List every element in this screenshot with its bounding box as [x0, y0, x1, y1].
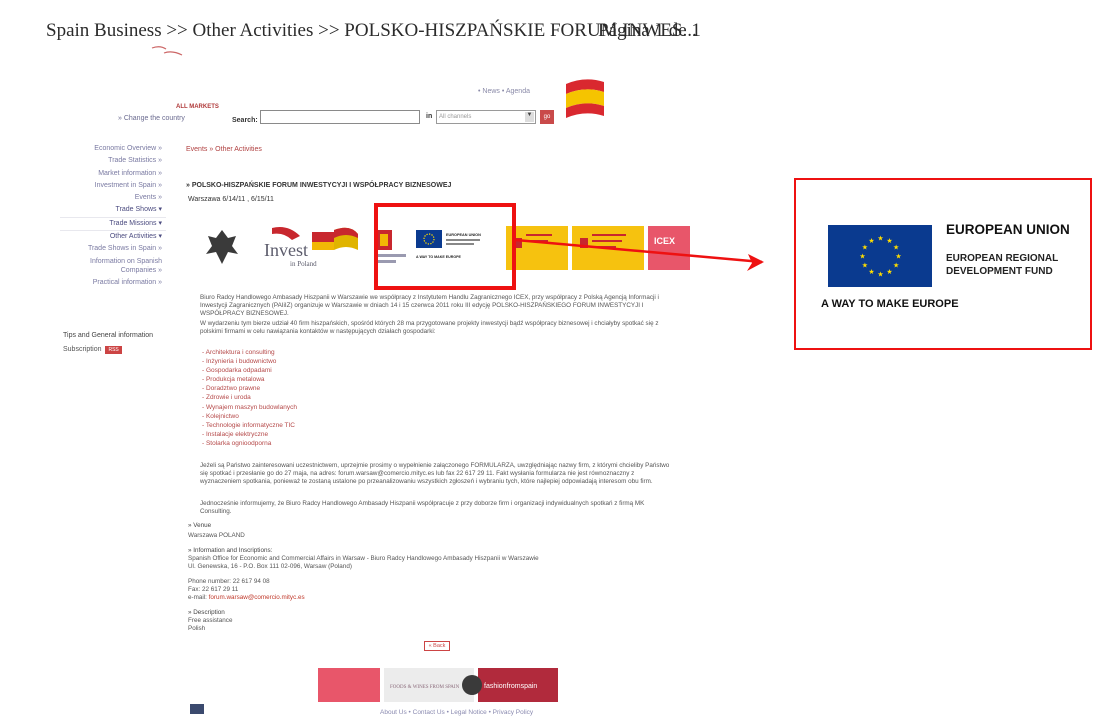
top-links[interactable]: • News • Agenda: [478, 88, 530, 95]
scanned-page: • News • Agenda » Change the country ALL…: [0, 0, 720, 717]
nav-item-practical-information[interactable]: Practical information »: [60, 277, 166, 289]
eu-star-icon: ★: [893, 244, 899, 252]
eu-star-icon: ★: [862, 262, 868, 270]
nav-item-trade-statistics[interactable]: Trade Statistics »: [60, 155, 166, 167]
icex-logo-text: ICEX: [654, 236, 675, 246]
description-heading: » Description: [188, 609, 225, 616]
footer-foods-text: FOODS & WINES FROM SPAIN: [390, 685, 460, 690]
channel-select[interactable]: All channels ▼: [436, 110, 536, 124]
nav-item-trade-shows-spain[interactable]: Trade Shows in Spain »: [60, 243, 166, 255]
event-title: » POLSKO-HISZPAŃSKIE FORUM INWESTYCYJI I…: [186, 182, 452, 189]
back-button[interactable]: « Back: [424, 641, 450, 651]
invest-in-poland-logo: Invest in Poland: [264, 227, 317, 268]
eu-star-icon: ★: [868, 268, 874, 276]
tips-link[interactable]: Tips and General information: [63, 332, 153, 339]
go-button[interactable]: go: [540, 110, 554, 124]
nav-item-investment[interactable]: Investment in Spain »: [60, 180, 166, 192]
nav-item-trade-shows[interactable]: Trade Shows ▾: [60, 204, 166, 216]
eu-flag-icon: ★★★★★★★★★ ★ ★★: [828, 225, 932, 287]
zoom-subtitle: EUROPEAN REGIONAL DEVELOPMENT FUND: [946, 252, 1058, 278]
info-fax: Fax: 22 617 29 11: [188, 586, 239, 593]
sector-list: - Architektura i consulting - Inżynieria…: [202, 348, 297, 448]
eu-star-icon: ★: [886, 268, 892, 276]
intro-paragraph: Biuro Radcy Handlowego Ambasady Hiszpani…: [200, 294, 659, 317]
participation-paragraph: W wydarzeniu tym bierze udział 40 firm h…: [200, 320, 659, 335]
eu-star-icon: ★: [868, 237, 874, 245]
footer-fashion-text: fashionfromspain: [484, 683, 537, 690]
eu-star-icon: ★: [877, 271, 883, 279]
zoom-subtitle-line-1: EUROPEAN REGIONAL: [946, 253, 1059, 264]
nav-item-market-information[interactable]: Market information »: [60, 168, 166, 180]
change-country-link[interactable]: » Change the country: [118, 115, 185, 122]
list-item: - Inżynieria i budownictwo: [202, 358, 277, 366]
description-line-1: Free assistance: [188, 617, 233, 624]
footer-logo: [190, 704, 204, 714]
invest-logo-text: Invest: [264, 240, 308, 260]
eu-star-icon: ★: [862, 244, 868, 252]
nav-item-spanish-companies[interactable]: Information on Spanish Companies »: [60, 257, 166, 275]
nav-item-other-activities[interactable]: Other Activities ▾: [60, 231, 166, 243]
registration-paragraph: Jeżeli są Państwo zainteresowani uczestn…: [200, 462, 670, 485]
info-email-link[interactable]: forum.warsaw@comercio.mityc.es: [209, 594, 305, 601]
event-dates: Warszawa 6/14/11 , 6/15/11: [188, 196, 274, 203]
list-item: - Doradztwo prawne: [202, 385, 261, 393]
nav-item-trade-missions[interactable]: Trade Missions ▾: [60, 216, 166, 232]
consulting-paragraph: Jednocześnie informujemy, że Biuro Radcy…: [200, 500, 645, 515]
list-item: - Technologie informatyczne TIC: [202, 421, 295, 429]
spain-flag-logo: [566, 79, 604, 118]
chevron-down-icon: ▼: [525, 112, 534, 122]
footer-banners: FOODS & WINES FROM SPAIN fashionfromspai…: [318, 668, 558, 702]
channel-select-value: All channels: [439, 114, 472, 120]
zoom-callout: ★ ★ ★ ★ ★ ★ ★ ★ ★ ★ ★ ★ EUROPEAN UNION EUROPEAN REG…: [794, 178, 1092, 350]
nav-item-events[interactable]: Events »: [60, 192, 166, 204]
subscription-label: Subscription: [63, 346, 102, 353]
info-email-row: e-mail: forum.warsaw@comercio.mityc.es: [188, 594, 305, 602]
info-office: Spanish Office for Economic and Commerci…: [188, 555, 539, 562]
polish-eagle-logo: [206, 230, 238, 264]
rss-badge[interactable]: RSS: [105, 346, 122, 354]
highlight-box: [374, 203, 516, 290]
list-item: - Gospodarka odpadami: [202, 367, 272, 375]
nav-item-economic-overview[interactable]: Economic Overview »: [60, 143, 166, 155]
search-input[interactable]: [260, 110, 420, 124]
list-item: - Zdrowie i uroda: [202, 394, 251, 402]
eu-star-icon: ★: [877, 235, 883, 243]
info-phone: Phone number: 22 617 94 08: [188, 578, 270, 585]
list-item: - Kolejnictwo: [202, 412, 239, 420]
footer-links[interactable]: About Us • Contact Us • Legal Notice • P…: [380, 709, 533, 716]
sidebar-nav: Economic Overview » Trade Statistics » M…: [60, 143, 166, 289]
zoom-motto: A WAY TO MAKE EUROPE: [821, 298, 959, 310]
list-item: - Produkcja metalowa: [202, 376, 265, 384]
icex-logo: [648, 226, 690, 270]
list-item: - Stolarka ognioodporna: [202, 439, 272, 447]
zoom-title: EUROPEAN UNION: [946, 222, 1070, 237]
invest-logo-sub: in Poland: [290, 260, 317, 268]
description-line-2: Polish: [188, 625, 206, 632]
venue-heading: » Venue: [188, 522, 212, 529]
list-item: - Instalacje elektryczne: [202, 430, 269, 438]
subscription-link[interactable]: Subscription RSS: [63, 346, 122, 354]
polish-spanish-chamber-logo: [312, 227, 358, 250]
all-markets-label[interactable]: ALL MARKETS: [176, 104, 219, 110]
footer-banner-red: [318, 668, 380, 702]
eu-star-icon: ★: [859, 253, 865, 261]
eu-star-icon: ★: [895, 253, 901, 261]
info-heading: » Information and Inscriptions:: [188, 547, 273, 554]
search-in-label: in: [426, 113, 433, 120]
arrow-head-icon: [747, 254, 764, 271]
list-item: - Wynajem maszyn budowlanych: [202, 403, 297, 411]
list-item: - Architektura i consulting: [202, 349, 275, 356]
venue-text: Warszawa POLAND: [188, 532, 245, 539]
info-address: Ul. Genewska, 16 - P.O. Box 111 02-096, …: [188, 563, 352, 570]
eu-star-icon: ★: [893, 262, 899, 270]
eu-star-icon: ★: [886, 237, 892, 245]
search-label: Search:: [232, 117, 258, 124]
breadcrumb[interactable]: Events » Other Activities: [186, 146, 262, 153]
info-email-label: e-mail:: [188, 594, 207, 601]
zoom-subtitle-line-2: DEVELOPMENT FUND: [946, 266, 1053, 277]
